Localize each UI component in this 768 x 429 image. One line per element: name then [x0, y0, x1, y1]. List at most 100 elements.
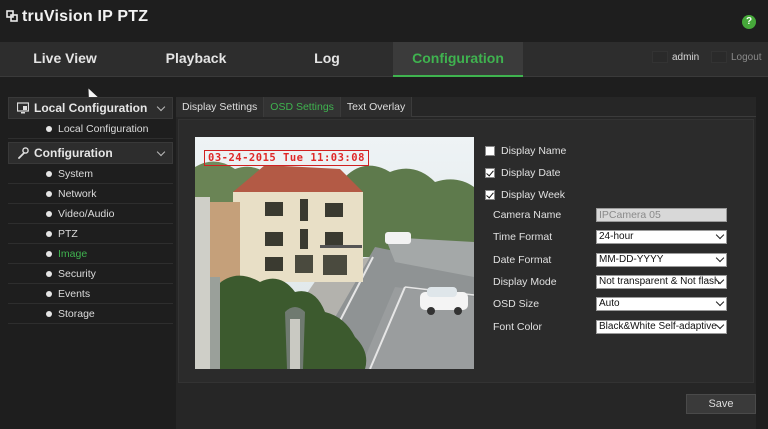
font-color-label: Font Color [493, 320, 543, 333]
sidebar-item-label: Local Configuration [58, 123, 149, 135]
sidebar-item-label: Image [58, 248, 88, 260]
tab-log[interactable]: Log [262, 42, 392, 77]
sidebar-section-configuration[interactable]: Configuration [8, 142, 173, 164]
sub-tabs: Display Settings OSD Settings Text Overl… [176, 97, 756, 117]
time-format-row: Time Format 24-hour [493, 226, 727, 248]
date-format-label: Date Format [493, 253, 552, 266]
osd-display-checkboxes: Display Name Display Date Display Week [485, 140, 566, 206]
camera-name-row: Camera Name [493, 204, 727, 226]
date-format-row: Date Format MM-DD-YYYY [493, 249, 727, 271]
bullet-icon [46, 271, 52, 277]
display-date-label: Display Date [501, 167, 561, 179]
display-mode-value: Not transparent & Not flash [599, 276, 720, 288]
tab-osd-settings[interactable]: OSD Settings [264, 97, 341, 117]
sidebar-item-label: Events [58, 288, 91, 300]
sidebar-item-image[interactable]: Image [8, 244, 173, 264]
sidebar-item-events[interactable]: Events [8, 284, 173, 304]
sidebar: Local Configuration Local Configuration … [8, 97, 173, 324]
date-format-value: MM-DD-YYYY [599, 253, 664, 265]
truvision-logo-icon [6, 10, 18, 22]
top-bar: truVision IP PTZ ? [0, 0, 768, 42]
osd-date-overlay[interactable]: 03-24-2015 Tue 11:03:08 [204, 150, 369, 166]
camera-scene-image [195, 137, 474, 369]
font-color-row: Font Color Black&White Self-adaptive [493, 315, 727, 337]
bullet-icon [46, 311, 52, 317]
tab-configuration[interactable]: Configuration [393, 42, 523, 77]
time-format-label: Time Format [493, 231, 553, 244]
chevron-down-icon [715, 298, 725, 307]
sidebar-item-label: System [58, 168, 94, 180]
osd-size-value: Auto [599, 298, 620, 310]
osd-size-row: OSD Size Auto [493, 293, 727, 315]
tab-live-view[interactable]: Live View [0, 42, 130, 77]
sidebar-item-storage[interactable]: Storage [8, 304, 173, 324]
display-date-row[interactable]: Display Date [485, 162, 566, 184]
camera-name-input[interactable] [596, 208, 727, 223]
tab-display-settings[interactable]: Display Settings [176, 97, 265, 117]
chevron-down-icon [715, 231, 725, 240]
time-format-value: 24-hour [599, 231, 634, 243]
time-format-select[interactable]: 24-hour [596, 230, 727, 245]
date-format-select[interactable]: MM-DD-YYYY [596, 252, 727, 267]
sidebar-item-video-audio[interactable]: Video/Audio [8, 204, 173, 224]
font-color-select[interactable]: Black&White Self-adaptive [596, 319, 727, 334]
display-date-checkbox[interactable] [485, 168, 495, 178]
sidebar-item-label: Video/Audio [58, 208, 115, 220]
sidebar-item-security[interactable]: Security [8, 264, 173, 284]
display-name-label: Display Name [501, 145, 567, 157]
sidebar-item-label: Storage [58, 308, 95, 320]
osd-size-label: OSD Size [493, 298, 540, 311]
bullet-icon [46, 251, 52, 257]
display-mode-select[interactable]: Not transparent & Not flash [596, 275, 727, 290]
sidebar-item-label: PTZ [58, 228, 78, 240]
display-week-row[interactable]: Display Week [485, 184, 566, 206]
logout-label: Logout [731, 51, 762, 63]
camera-preview: 03-24-2015 Tue 11:03:08 [195, 137, 474, 369]
display-name-row[interactable]: Display Name [485, 140, 566, 162]
display-mode-label: Display Mode [493, 276, 557, 289]
sidebar-section-local-configuration[interactable]: Local Configuration [8, 97, 173, 119]
brand: truVision IP PTZ [6, 8, 148, 26]
user-name: admin [672, 51, 700, 63]
bullet-icon [46, 126, 52, 132]
display-mode-row: Display Mode Not transparent & Not flash [493, 271, 727, 293]
chevron-down-icon[interactable] [156, 102, 166, 112]
sidebar-item-local-configuration[interactable]: Local Configuration [8, 119, 173, 139]
bullet-icon [46, 171, 52, 177]
sidebar-section-label: Configuration [34, 146, 113, 160]
save-button[interactable]: Save [686, 394, 756, 414]
bullet-icon [46, 191, 52, 197]
osd-form: Camera Name Time Format 24-hour Date For… [493, 204, 727, 338]
camera-name-label: Camera Name [493, 209, 562, 222]
tab-text-overlay[interactable]: Text Overlay [340, 97, 413, 117]
bullet-icon [46, 291, 52, 297]
display-week-checkbox[interactable] [485, 190, 495, 200]
bullet-icon [46, 231, 52, 237]
osd-settings-panel: 03-24-2015 Tue 11:03:08 Display Name Dis… [178, 119, 754, 383]
main-nav: Live View Playback Log Configuration adm… [0, 42, 768, 77]
chevron-down-icon [715, 253, 725, 262]
sidebar-item-network[interactable]: Network [8, 184, 173, 204]
user-icon [652, 51, 668, 63]
sidebar-item-system[interactable]: System [8, 164, 173, 184]
app-title: truVision IP PTZ [22, 8, 149, 25]
logout-button[interactable]: Logout [711, 51, 762, 63]
chevron-down-icon[interactable] [156, 147, 166, 157]
font-color-value: Black&White Self-adaptive [599, 320, 717, 332]
chevron-down-icon [715, 320, 725, 329]
content-area: Display Settings OSD Settings Text Overl… [176, 97, 756, 429]
monitor-icon [17, 102, 29, 114]
sidebar-section-label: Local Configuration [34, 101, 148, 115]
sidebar-item-label: Security [58, 268, 96, 280]
sidebar-item-label: Network [58, 188, 97, 200]
sidebar-item-ptz[interactable]: PTZ [8, 224, 173, 244]
help-icon[interactable]: ? [742, 15, 756, 29]
bullet-icon [46, 211, 52, 217]
wrench-icon [18, 147, 29, 159]
display-week-label: Display Week [501, 189, 565, 201]
user-indicator: admin [652, 51, 699, 63]
display-name-checkbox[interactable] [485, 146, 495, 156]
osd-size-select[interactable]: Auto [596, 297, 727, 312]
tab-playback[interactable]: Playback [131, 42, 261, 77]
logout-icon [711, 51, 727, 63]
